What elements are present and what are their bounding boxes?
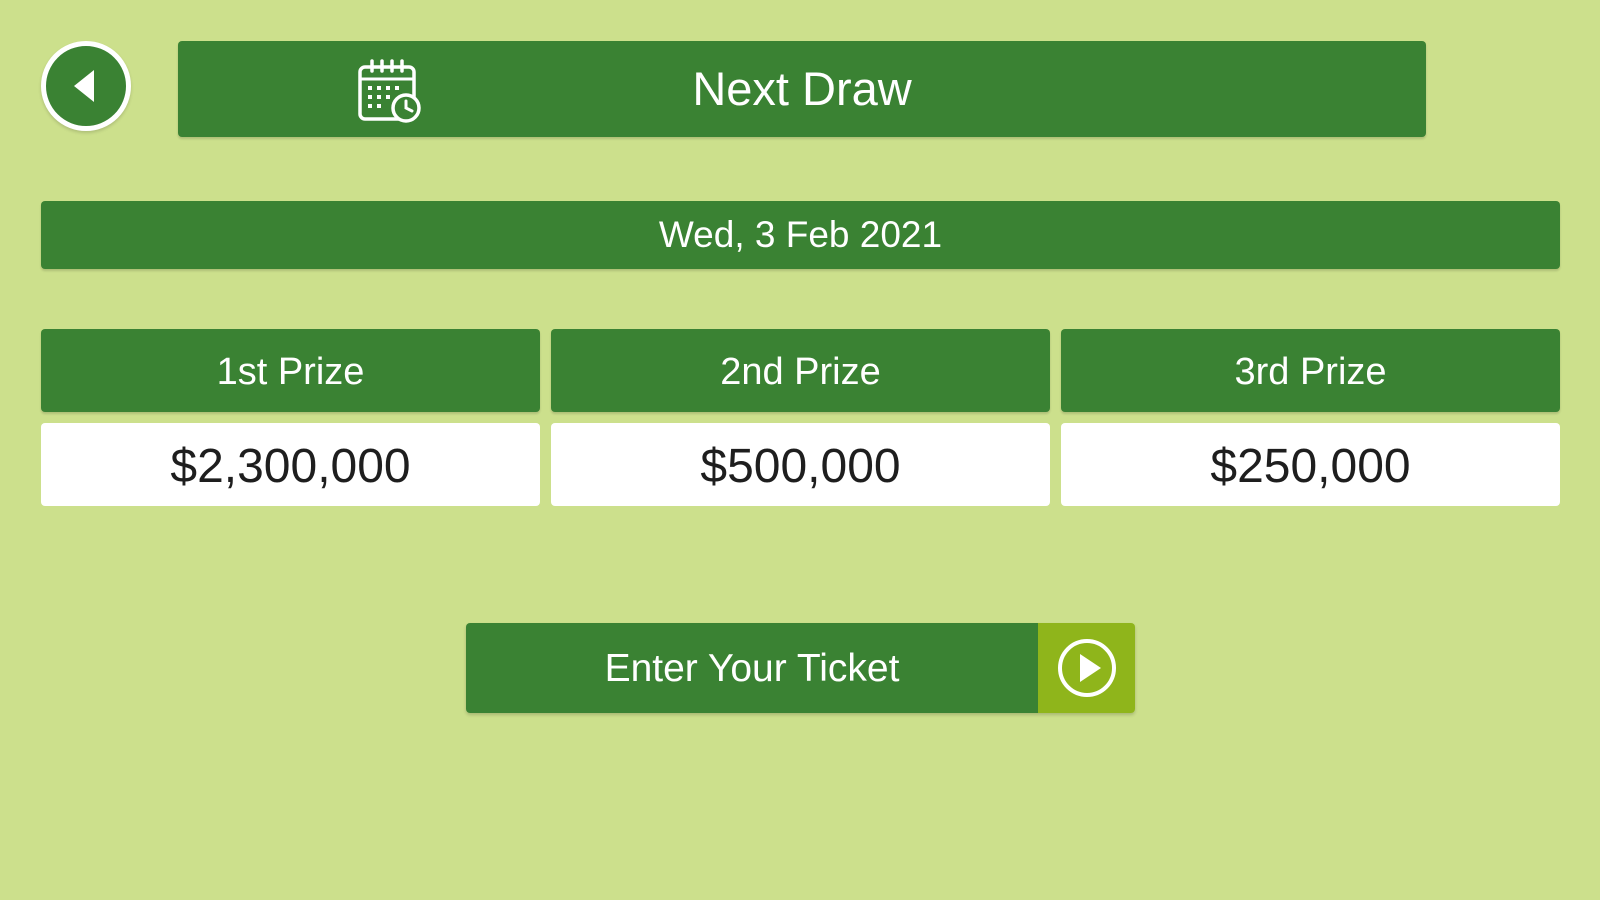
enter-ticket-arrow[interactable]: [1038, 623, 1135, 713]
header-bar: Next Draw: [178, 41, 1426, 137]
prize-amount: $500,000: [551, 423, 1050, 506]
prize-amount: $2,300,000: [41, 423, 540, 506]
enter-ticket-label: Enter Your Ticket: [466, 623, 1038, 713]
back-arrow-icon: [74, 70, 94, 102]
page-title: Next Draw: [692, 62, 912, 115]
prize-label: 3rd Prize: [1061, 329, 1560, 412]
prize-card-second: 2nd Prize $500,000: [551, 329, 1050, 506]
prize-label: 1st Prize: [41, 329, 540, 412]
enter-ticket-button[interactable]: Enter Your Ticket: [466, 623, 1135, 713]
prize-label: 2nd Prize: [551, 329, 1050, 412]
prize-card-third: 3rd Prize $250,000: [1061, 329, 1560, 506]
prize-card-first: 1st Prize $2,300,000: [41, 329, 540, 506]
play-circle-icon: [1057, 639, 1116, 697]
draw-date: Wed, 3 Feb 2021: [41, 201, 1560, 269]
prize-amount: $250,000: [1061, 423, 1560, 506]
back-button[interactable]: [41, 41, 131, 131]
